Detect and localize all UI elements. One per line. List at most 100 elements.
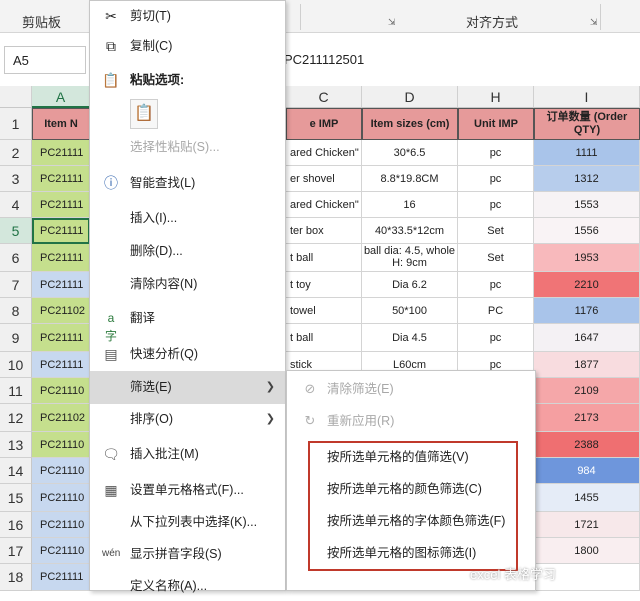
cell-item-name[interactable]: er shovel <box>286 166 362 192</box>
row-header[interactable]: 4 <box>0 192 32 218</box>
cell-unit[interactable]: pc <box>458 324 534 352</box>
cell-item-size[interactable]: 30*6.5 <box>362 140 458 166</box>
cell-item-number[interactable]: PC21110 <box>32 484 90 512</box>
row-header[interactable]: 5 <box>0 218 32 244</box>
dialog-launcher-icon[interactable]: ⇲ <box>388 17 396 28</box>
row-header[interactable]: 14 <box>0 458 32 484</box>
menu-item-copy[interactable]: ⧉ 复制(C) <box>90 31 285 61</box>
cell-order-qty[interactable]: 2109 <box>534 378 640 404</box>
cell-order-qty[interactable]: 1312 <box>534 166 640 192</box>
cell-item-name[interactable]: t ball <box>286 244 362 272</box>
cell-order-qty[interactable]: 1455 <box>534 484 640 512</box>
cell-item-number[interactable]: PC21111 <box>32 218 90 244</box>
cell-order-qty[interactable]: 2173 <box>534 404 640 432</box>
cell-item-size[interactable]: Dia 6.2 <box>362 272 458 298</box>
menu-item-phonetic[interactable]: wén 显示拼音字段(S) <box>90 539 285 569</box>
menu-item-smart-lookup[interactable]: ⓘ 智能查找(L) <box>90 168 285 198</box>
cell-item-name[interactable]: ter box <box>286 218 362 244</box>
cell-item-size[interactable]: Dia 4.5 <box>362 324 458 352</box>
cell-unit[interactable]: pc <box>458 192 534 218</box>
row-header[interactable]: 2 <box>0 140 32 166</box>
column-header-d[interactable]: D <box>362 86 458 108</box>
cell-order-qty[interactable]: 2210 <box>534 272 640 298</box>
row-header[interactable]: 9 <box>0 324 32 352</box>
cell-order-qty[interactable]: 1111 <box>534 140 640 166</box>
cell-item-number[interactable]: PC21110 <box>32 512 90 538</box>
cell-item-number[interactable]: PC21111 <box>32 244 90 272</box>
cell-order-qty[interactable]: 1953 <box>534 244 640 272</box>
menu-item-define-name[interactable]: 定义名称(A)... <box>90 571 285 601</box>
cell-item-number[interactable]: PC21111 <box>32 166 90 192</box>
row-header[interactable]: 17 <box>0 538 32 564</box>
cell-order-qty[interactable]: 1556 <box>534 218 640 244</box>
cell-item-number[interactable]: PC21111 <box>32 272 90 298</box>
column-header-h[interactable]: H <box>458 86 534 108</box>
row-header[interactable]: 8 <box>0 298 32 324</box>
dialog-launcher-icon[interactable]: ⇲ <box>590 17 598 28</box>
column-header-i[interactable]: I <box>534 86 640 108</box>
cell-item-number[interactable]: PC21102 <box>32 298 90 324</box>
column-header-a[interactable]: A <box>32 86 90 108</box>
cell-order-qty[interactable]: 1800 <box>534 538 640 564</box>
menu-item-format-cells[interactable]: ▦ 设置单元格格式(F)... <box>90 475 285 505</box>
cell-order-qty[interactable]: 2388 <box>534 432 640 458</box>
menu-item-delete[interactable]: 删除(D)... <box>90 236 285 266</box>
cell-item-name[interactable]: t toy <box>286 272 362 298</box>
cell-item-number[interactable]: PC21102 <box>32 404 90 432</box>
menu-item-filter[interactable]: 筛选(E) ❯ <box>90 371 285 404</box>
cell-item-number[interactable]: PC21111 <box>32 140 90 166</box>
cell-item-number[interactable]: PC21110 <box>32 538 90 564</box>
cell-item-name[interactable]: t ball <box>286 324 362 352</box>
cell-item-number[interactable]: PC21110 <box>32 458 90 484</box>
row-header[interactable]: 1 <box>0 108 32 140</box>
cell-order-qty[interactable]: 1877 <box>534 352 640 378</box>
row-header[interactable]: 13 <box>0 432 32 458</box>
cell-unit[interactable]: Set <box>458 244 534 272</box>
menu-item-quick-analysis[interactable]: ▤ 快速分析(Q) <box>90 339 285 369</box>
cell-unit[interactable]: Set <box>458 218 534 244</box>
formula-input[interactable]: PC211112501 <box>284 52 364 67</box>
cell-order-qty[interactable]: 1553 <box>534 192 640 218</box>
cell-order-qty[interactable]: 1721 <box>534 512 640 538</box>
cell-unit[interactable]: pc <box>458 166 534 192</box>
cell-order-qty[interactable]: 984 <box>534 458 640 484</box>
cell-unit[interactable]: pc <box>458 140 534 166</box>
menu-item-sort[interactable]: 排序(O) ❯ <box>90 404 285 434</box>
menu-item-cut[interactable]: ✂ 剪切(T) <box>90 1 285 31</box>
row-header[interactable]: 11 <box>0 378 32 404</box>
cell-order-qty[interactable]: 1176 <box>534 298 640 324</box>
row-header[interactable]: 7 <box>0 272 32 298</box>
cell-unit[interactable]: PC <box>458 298 534 324</box>
cell-item-size[interactable]: 8.8*19.8CM <box>362 166 458 192</box>
paste-clipboard-icon[interactable]: 📋 <box>130 99 158 129</box>
cell-item-number[interactable]: PC21111 <box>32 192 90 218</box>
cell-item-size[interactable]: 16 <box>362 192 458 218</box>
cell-item-size[interactable]: 40*33.5*12cm <box>362 218 458 244</box>
row-header[interactable]: 3 <box>0 166 32 192</box>
cell-item-name[interactable]: towel <box>286 298 362 324</box>
cell-item-number[interactable]: PC21110 <box>32 432 90 458</box>
cell-item-size[interactable]: 50*100 <box>362 298 458 324</box>
menu-item-insert-comment[interactable]: 🗨 插入批注(M) <box>90 439 285 469</box>
cell-item-size[interactable]: ball dia: 4.5, whole H: 9cm <box>362 244 458 272</box>
row-header[interactable]: 15 <box>0 484 32 512</box>
select-all-corner[interactable] <box>0 86 32 108</box>
cell-item-name[interactable]: ared Chicken" <box>286 140 362 166</box>
cell-item-number[interactable]: PC21110 <box>32 378 90 404</box>
row-header[interactable]: 18 <box>0 564 32 591</box>
cell-unit[interactable]: pc <box>458 272 534 298</box>
row-header[interactable]: 10 <box>0 352 32 378</box>
cell-item-number[interactable]: PC21111 <box>32 324 90 352</box>
cell-order-qty[interactable]: 1647 <box>534 324 640 352</box>
name-box[interactable]: A5 <box>4 46 86 74</box>
menu-item-clear-contents[interactable]: 清除内容(N) <box>90 269 285 299</box>
cell-item-number[interactable]: PC21111 <box>32 352 90 378</box>
row-header[interactable]: 12 <box>0 404 32 432</box>
row-header[interactable]: 6 <box>0 244 32 272</box>
menu-item-insert[interactable]: 插入(I)... <box>90 203 285 233</box>
cell-item-name[interactable]: ared Chicken" <box>286 192 362 218</box>
menu-item-translate[interactable]: a字 翻译 <box>90 303 285 343</box>
cell-item-number[interactable]: PC21111 <box>32 564 90 591</box>
menu-item-pick-from-list[interactable]: 从下拉列表中选择(K)... <box>90 507 285 537</box>
column-header-c[interactable]: C <box>286 86 362 108</box>
